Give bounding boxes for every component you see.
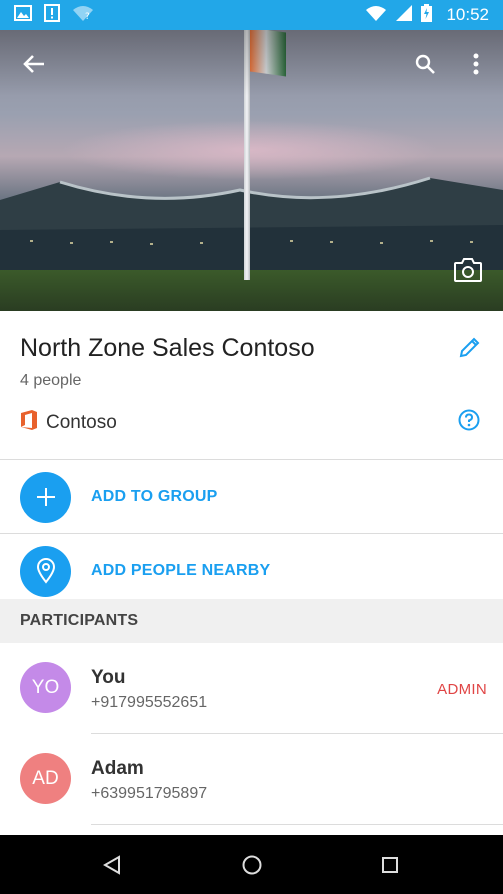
location-pin-icon [20, 545, 71, 597]
battery-charging-icon [421, 3, 433, 27]
help-icon[interactable] [454, 405, 484, 435]
avatar: YO [20, 662, 71, 713]
status-time: 10:52 [446, 5, 489, 24]
people-count: 4 people [20, 372, 82, 389]
add-people-nearby-button[interactable]: ADD PEOPLE NEARBY [0, 534, 503, 608]
office-logo-icon [20, 409, 38, 436]
more-vert-icon[interactable] [456, 44, 496, 84]
add-to-group-button[interactable]: ADD TO GROUP [0, 460, 503, 534]
group-title: North Zone Sales Contoso [20, 334, 315, 362]
participant-name: You [91, 667, 126, 688]
system-nav-bar [0, 835, 503, 894]
participant-row[interactable]: AD Adam +639951795897 [0, 734, 503, 825]
add-to-group-label: ADD TO GROUP [91, 488, 218, 505]
nav-home-icon[interactable] [212, 835, 292, 894]
camera-icon[interactable] [448, 252, 488, 288]
admin-badge: ADMIN [437, 681, 487, 698]
divider [91, 824, 503, 825]
status-bar: ? 10:52 [0, 0, 503, 30]
alert-icon [44, 3, 60, 27]
nav-back-icon[interactable] [72, 835, 152, 894]
edit-pencil-icon[interactable] [452, 329, 488, 365]
wifi-icon [365, 5, 387, 26]
image-icon [14, 4, 32, 26]
terminal-building [0, 176, 503, 280]
participant-phone: +917995552651 [91, 694, 208, 711]
search-icon[interactable] [405, 44, 445, 84]
signal-icon [395, 4, 413, 27]
plus-icon [20, 471, 71, 523]
participant-row[interactable]: YO You +917995552651 ADMIN [0, 643, 503, 734]
svg-text:?: ? [85, 12, 90, 21]
org-row: Contoso [20, 409, 117, 436]
grass-area [0, 270, 503, 311]
avatar: AD [20, 753, 71, 804]
back-arrow-icon[interactable] [14, 44, 54, 84]
add-people-nearby-label: ADD PEOPLE NEARBY [91, 562, 271, 579]
wifi-question-icon: ? [72, 5, 94, 26]
participant-name: Adam [91, 758, 144, 779]
nav-recents-icon[interactable] [350, 835, 430, 894]
participant-phone: +639951795897 [91, 785, 208, 802]
participants-header: PARTICIPANTS [0, 599, 503, 643]
group-cover-photo[interactable] [0, 30, 503, 311]
org-name: Contoso [46, 411, 117, 433]
group-info: North Zone Sales Contoso 4 people Contos… [0, 311, 503, 459]
